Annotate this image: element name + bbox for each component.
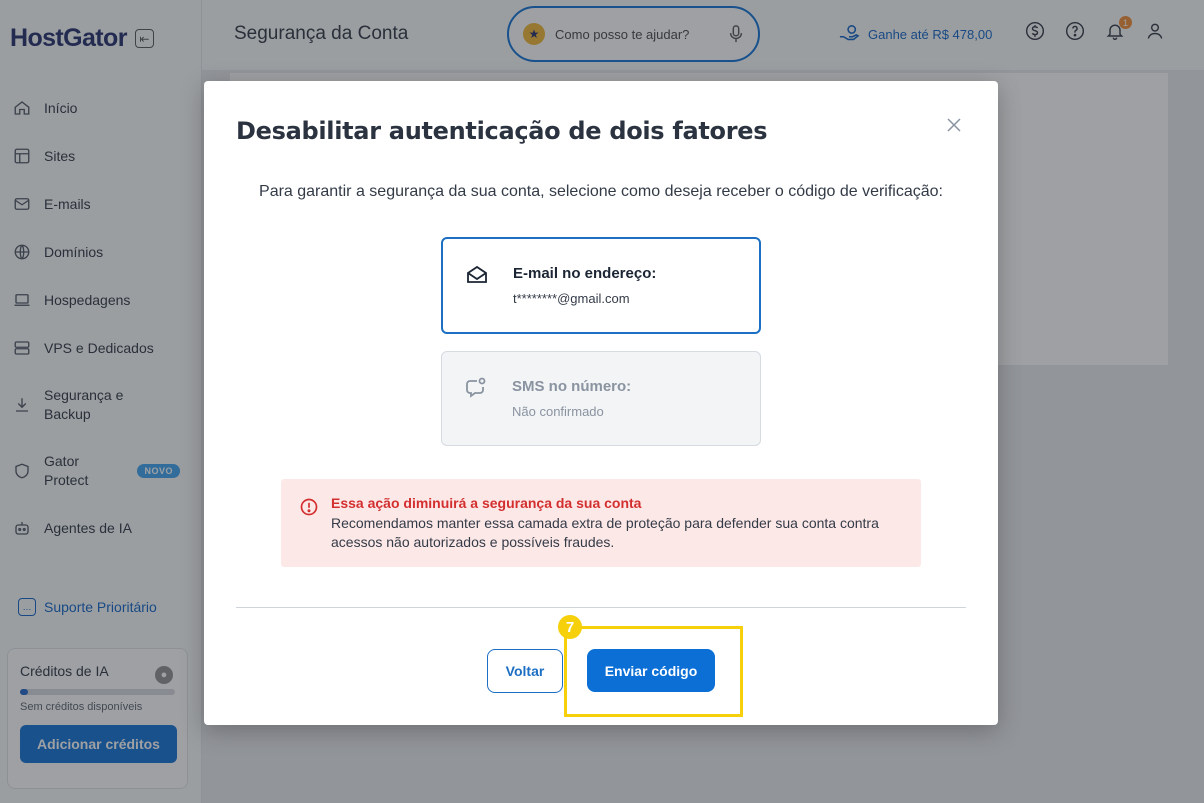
email-option-text: E-mail no endereço: t********@gmail.com [513,263,656,306]
security-warning-alert: Essa ação diminuirá a segurança da sua c… [281,479,921,567]
close-icon[interactable] [946,117,962,133]
alert-body: Essa ação diminuirá a segurança da sua c… [331,495,891,567]
sms-option-status: Não confirmado [512,404,604,419]
modal-divider [236,607,966,608]
modal-title: Desabilitar autenticação de dois fatores [236,117,768,145]
sms-option-card: SMS no número: Não confirmado [441,351,761,446]
sms-option-title: SMS no número: [512,378,632,395]
envelope-open-icon [465,263,491,289]
step-number-badge: 7 [558,615,582,639]
back-button[interactable]: Voltar [487,649,563,693]
email-option-address: t********@gmail.com [513,291,630,306]
alert-title: Essa ação diminuirá a segurança da sua c… [331,495,642,511]
tutorial-highlight-box [564,626,743,717]
alert-circle-icon [299,497,319,517]
alert-text: Recomendamos manter essa camada extra de… [331,515,879,550]
email-option-card[interactable]: E-mail no endereço: t********@gmail.com [441,237,761,334]
email-option-title: E-mail no endereço: [513,265,657,282]
modal-instruction: Para garantir a segurança da sua conta, … [259,183,943,200]
chat-bubble-icon [464,376,490,402]
sms-option-text: SMS no número: Não confirmado [512,376,631,419]
